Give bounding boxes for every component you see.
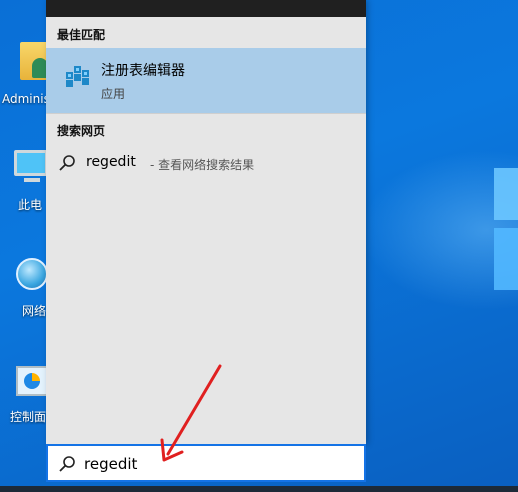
search-icon [59, 155, 75, 171]
registry-editor-icon [66, 66, 89, 87]
panel-top-bar [46, 0, 366, 17]
web-search-heading: 搜索网页 [57, 124, 106, 138]
computer-icon [14, 150, 48, 176]
taskbar [0, 486, 518, 492]
best-match-heading: 最佳匹配 [57, 28, 106, 42]
wallpaper-pane [494, 228, 518, 290]
web-search-term: regedit [86, 154, 136, 170]
best-match-name: 注册表编辑器 [101, 63, 185, 79]
wallpaper-pane [494, 168, 518, 220]
web-search-description: - 查看网络搜索结果 [150, 158, 255, 172]
control-panel-icon [16, 366, 48, 396]
web-search-result[interactable]: regedit - 查看网络搜索结果 [46, 148, 366, 178]
best-match-result[interactable]: 注册表编辑器 应用 [46, 48, 366, 113]
annotation-arrow-icon [160, 364, 222, 462]
user-folder-icon [20, 42, 48, 80]
best-match-type: 应用 [101, 87, 126, 101]
divider [46, 113, 366, 114]
search-icon [59, 456, 75, 472]
network-icon [16, 258, 48, 290]
